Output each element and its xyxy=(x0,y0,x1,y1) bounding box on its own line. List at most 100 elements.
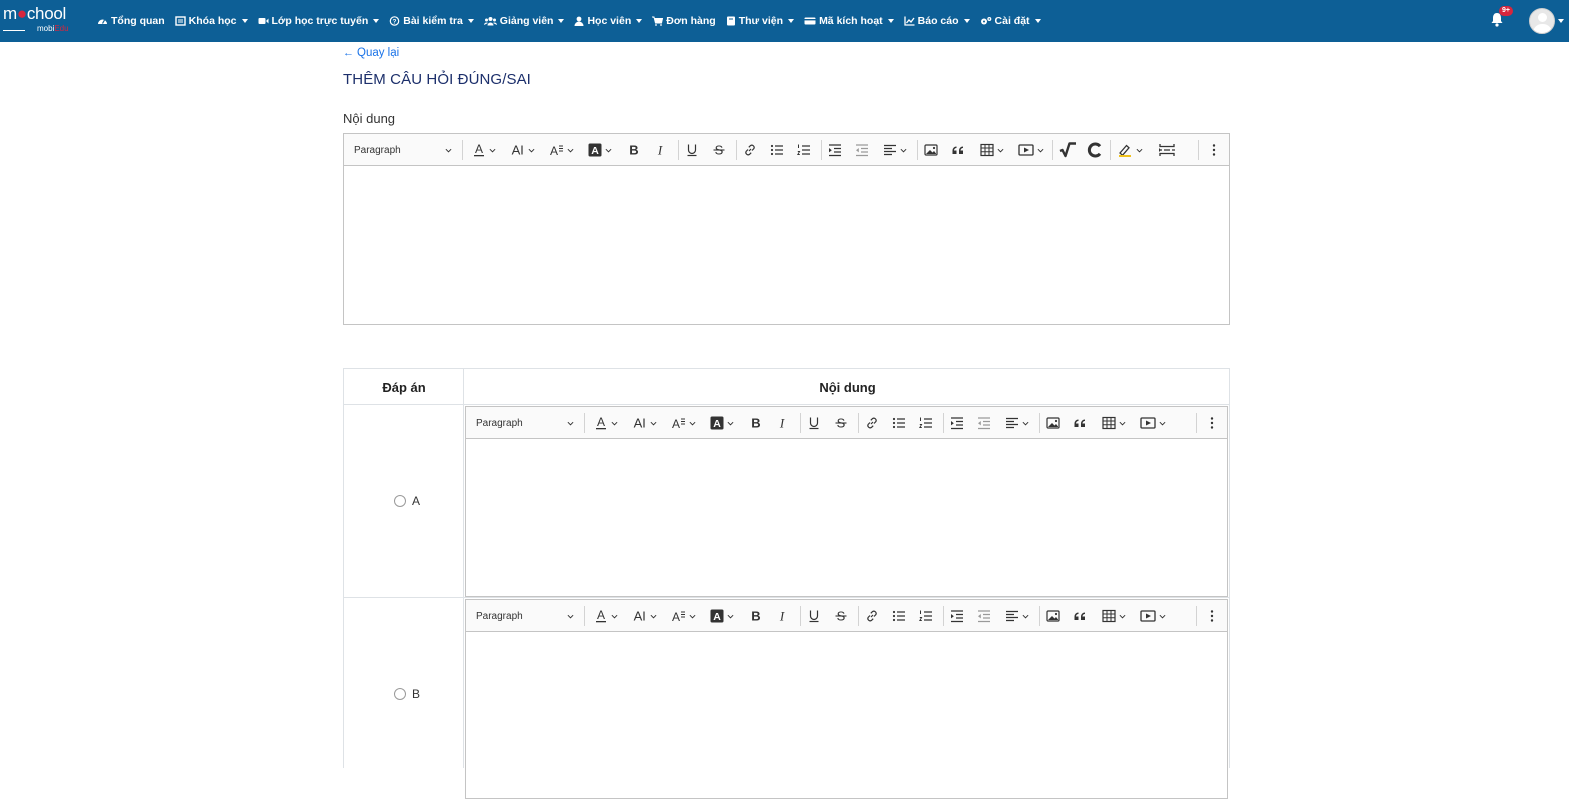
image-button[interactable] xyxy=(919,134,943,166)
strikethrough-button[interactable]: S xyxy=(829,600,853,632)
font-background-button[interactable]: A xyxy=(582,134,618,166)
underline-button[interactable] xyxy=(802,600,826,632)
answer-b-radio[interactable] xyxy=(394,688,406,700)
link-button[interactable] xyxy=(860,407,884,439)
bulleted-list-button[interactable] xyxy=(887,600,911,632)
italic-button[interactable]: I xyxy=(770,407,794,439)
font-color-button[interactable]: A xyxy=(590,600,622,632)
blockquote-button[interactable] xyxy=(946,134,970,166)
cogs-icon xyxy=(980,16,992,26)
more-options-button[interactable] xyxy=(1201,600,1223,632)
underline-button[interactable] xyxy=(680,134,704,166)
bold-button[interactable]: B xyxy=(744,600,768,632)
highlight-button[interactable] xyxy=(1112,134,1148,166)
nav-item-label: Báo cáo xyxy=(917,15,959,27)
more-options-button[interactable] xyxy=(1203,134,1225,166)
answer-a-content-input[interactable] xyxy=(466,439,1227,596)
nav-item-10[interactable]: Cài đặt xyxy=(980,15,1041,27)
bold-icon: B xyxy=(750,609,762,623)
editor-toolbar: Paragraph A A A A B I S xyxy=(466,407,1227,439)
nav-item-0[interactable]: Tổng quan xyxy=(97,15,165,27)
align-button[interactable] xyxy=(877,134,913,166)
italic-icon: I xyxy=(776,609,788,623)
more-options-button[interactable] xyxy=(1201,407,1223,439)
link-button[interactable] xyxy=(860,600,884,632)
back-link[interactable]: ← Quay lại xyxy=(343,47,399,59)
outdent-button[interactable] xyxy=(850,134,874,166)
answer-b-content-input[interactable] xyxy=(466,632,1227,798)
numbered-list-button[interactable] xyxy=(914,600,938,632)
font-family-button[interactable]: A xyxy=(543,134,579,166)
nav-item-4[interactable]: Giảng viên xyxy=(483,15,565,27)
chevron-down-icon xyxy=(897,148,907,153)
chevron-down-icon xyxy=(994,148,1004,153)
bulleted-list-button[interactable] xyxy=(887,407,911,439)
strikethrough-button[interactable]: S xyxy=(829,407,853,439)
underline-button[interactable] xyxy=(802,407,826,439)
table-button[interactable] xyxy=(1096,600,1132,632)
user-avatar[interactable] xyxy=(1529,8,1555,34)
page-break-button[interactable] xyxy=(1152,134,1182,166)
nav-item-7[interactable]: Thư viện xyxy=(726,15,795,27)
numbered-list-button[interactable] xyxy=(792,134,816,166)
nav-item-1[interactable]: Khóa học xyxy=(174,15,248,27)
font-size-button[interactable]: A xyxy=(504,134,540,166)
numbered-list-button[interactable] xyxy=(914,407,938,439)
paragraph-format-select[interactable]: Paragraph xyxy=(476,407,574,439)
align-button[interactable] xyxy=(999,600,1035,632)
media-button[interactable] xyxy=(1135,407,1171,439)
font-color-button[interactable]: A xyxy=(468,134,500,166)
indent-button[interactable] xyxy=(945,600,969,632)
svg-text:B: B xyxy=(751,609,760,623)
chevron-down-icon[interactable] xyxy=(1558,19,1564,23)
media-button[interactable] xyxy=(1135,600,1171,632)
strikethrough-button[interactable]: S xyxy=(707,134,731,166)
outdent-button[interactable] xyxy=(972,600,996,632)
dashboard-icon xyxy=(97,16,108,26)
media-button[interactable] xyxy=(1013,134,1049,166)
card-icon xyxy=(804,16,816,26)
answer-a-radio[interactable] xyxy=(394,495,406,507)
nav-item-5[interactable]: Học viên xyxy=(574,15,643,27)
indent-button[interactable] xyxy=(945,407,969,439)
answer-option-b[interactable]: B xyxy=(394,687,420,701)
italic-button[interactable]: I xyxy=(770,600,794,632)
indent-button[interactable] xyxy=(823,134,847,166)
table-button[interactable] xyxy=(974,134,1010,166)
question-content-input[interactable] xyxy=(344,166,1229,324)
nav-item-8[interactable]: Mã kích hoạt xyxy=(804,15,894,27)
bold-button[interactable]: B xyxy=(622,134,646,166)
image-button[interactable] xyxy=(1041,600,1065,632)
bold-button[interactable]: B xyxy=(744,407,768,439)
table-button[interactable] xyxy=(1096,407,1132,439)
font-size-button[interactable]: A xyxy=(626,407,662,439)
font-size-button[interactable]: A xyxy=(626,600,662,632)
align-button[interactable] xyxy=(999,407,1035,439)
answer-option-a[interactable]: A xyxy=(394,494,420,508)
paragraph-format-select[interactable]: Paragraph xyxy=(354,134,452,166)
blockquote-button[interactable] xyxy=(1068,600,1092,632)
nav-item-6[interactable]: Đơn hàng xyxy=(652,15,716,27)
font-background-button[interactable]: A xyxy=(704,407,740,439)
paragraph-format-select[interactable]: Paragraph xyxy=(476,600,574,632)
outdent-button[interactable] xyxy=(972,407,996,439)
image-button[interactable] xyxy=(1041,407,1065,439)
font-family-icon: A xyxy=(670,609,686,623)
font-family-button[interactable]: A xyxy=(665,600,701,632)
font-color-icon: A xyxy=(594,609,608,623)
bulleted-list-icon xyxy=(770,143,784,157)
link-button[interactable] xyxy=(738,134,762,166)
font-color-button[interactable]: A xyxy=(590,407,622,439)
math-formula-button[interactable] xyxy=(1056,134,1080,166)
nav-item-2[interactable]: Lớp học trực tuyến xyxy=(258,15,380,27)
blockquote-button[interactable] xyxy=(1068,407,1092,439)
chemistry-formula-button[interactable] xyxy=(1083,134,1107,166)
nav-item-3[interactable]: ? Bài kiểm tra xyxy=(389,15,474,27)
font-background-button[interactable]: A xyxy=(704,600,740,632)
chevron-down-icon xyxy=(1116,614,1126,619)
mschool-logo[interactable]: m●chool mobiEdu xyxy=(3,4,81,38)
nav-item-9[interactable]: Báo cáo xyxy=(904,15,970,27)
bulleted-list-button[interactable] xyxy=(765,134,789,166)
font-family-button[interactable]: A xyxy=(665,407,701,439)
italic-button[interactable]: I xyxy=(648,134,672,166)
